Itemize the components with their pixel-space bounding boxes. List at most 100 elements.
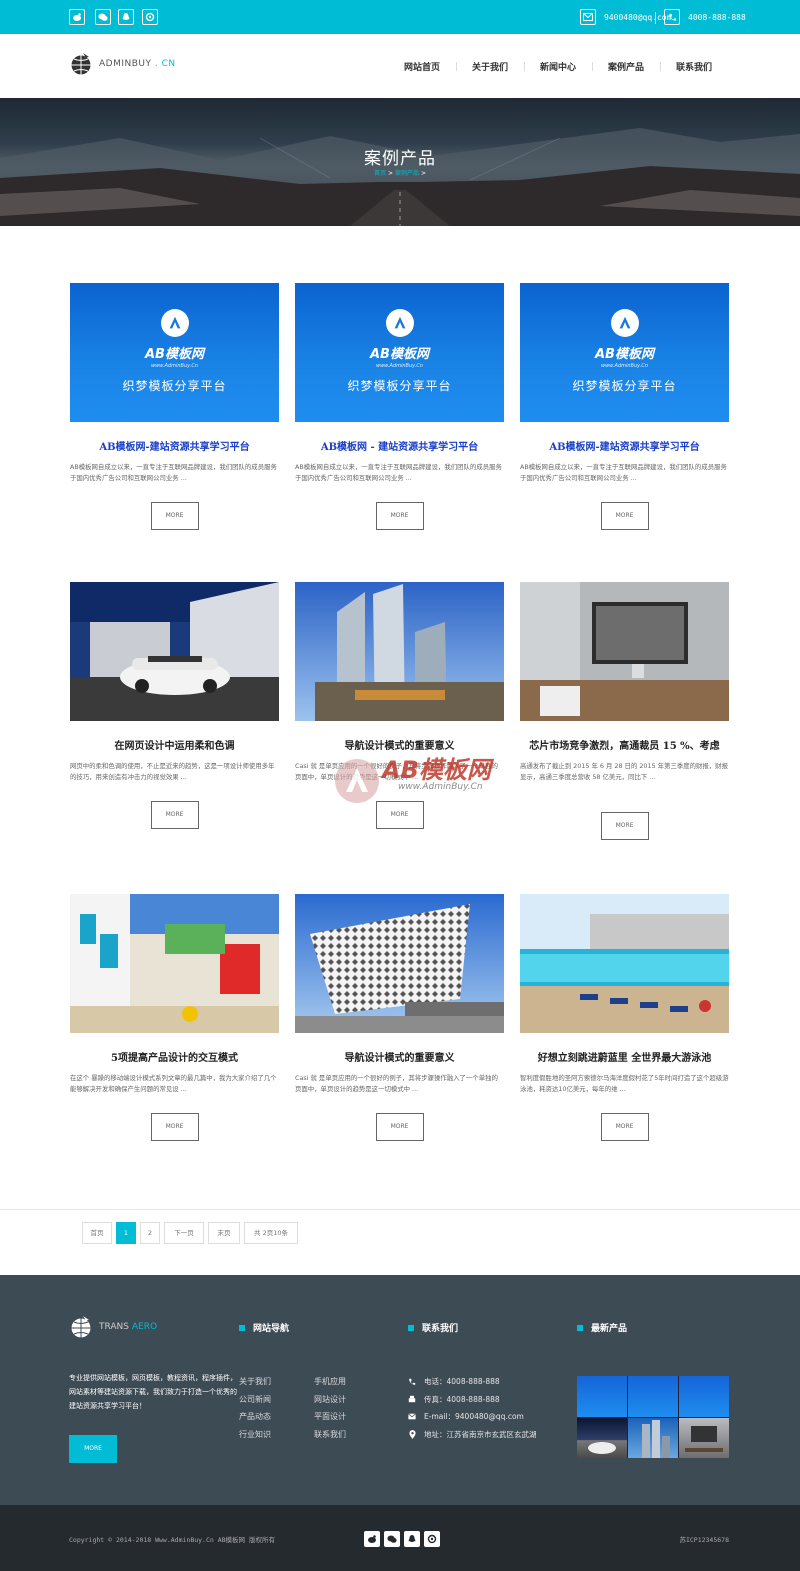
icp-number: 苏ICP12345678 [679, 1536, 729, 1544]
breadcrumb-sep: > [420, 170, 426, 177]
breadcrumb-home[interactable]: 首页 [374, 170, 386, 177]
product-thumbnail[interactable] [70, 894, 279, 1033]
wechat-icon[interactable] [95, 9, 111, 25]
more-button[interactable]: MORE [375, 1113, 424, 1141]
footer-latest-products [577, 1376, 729, 1458]
footer-product-thumb[interactable] [628, 1376, 678, 1417]
page-next[interactable]: 下一页 [164, 1222, 204, 1244]
more-button[interactable]: MORE [600, 1113, 649, 1141]
product-thumbnail[interactable] [70, 582, 279, 721]
product-description: 网页中的柔和色调的使用，不止是近来的趋势，这是一项设计师使用多年的技巧，用来创造… [70, 762, 275, 781]
product-card: AB模板网 www.AdminBuy.Cn 织梦模板分享平台 AB模板网-建站资源共享… [520, 283, 729, 530]
page-1[interactable]: 1 [116, 1222, 136, 1244]
product-title[interactable]: 芯片市场竞争激烈，高通裁员 15 %、考虑 [520, 737, 729, 751]
footer-links-col1: 关于我们 公司新闻 产品动态 行业知识 [239, 1373, 271, 1443]
nav-contact[interactable]: 联系我们 [660, 60, 728, 73]
rss-icon[interactable] [142, 9, 158, 25]
more-button[interactable]: MORE [375, 801, 424, 829]
logo-suffix: . CN [154, 59, 176, 69]
footer-link-product-news[interactable]: 产品动态 [239, 1408, 271, 1426]
footer-contact-heading: 联系我们 [408, 1321, 458, 1334]
fax-icon [408, 1395, 416, 1403]
product-title[interactable]: 导航设计模式的重要意义 [295, 737, 504, 751]
product-title[interactable]: 在网页设计中运用柔和色调 [70, 737, 279, 751]
breadcrumb-current[interactable]: 案例产品 [395, 170, 419, 177]
wechat-icon[interactable] [384, 1531, 400, 1547]
page-2[interactable]: 2 [140, 1222, 160, 1244]
rss-icon[interactable] [424, 1531, 440, 1547]
more-button[interactable]: MORE [150, 801, 199, 829]
top-bar: 9400480@qq.com 4008-888-888 [0, 0, 800, 34]
globe-plane-icon [71, 53, 91, 75]
product-thumbnail[interactable]: AB模板网 www.AdminBuy.Cn 织梦模板分享平台 [295, 283, 504, 422]
footer-link-contact[interactable]: 联系我们 [314, 1426, 346, 1444]
product-description: 智利度假胜地的圣阿方索德尔马海洋度假村花了5年时间打造了这个超级游泳池，耗资达1… [520, 1074, 729, 1093]
footer-link-about[interactable]: 关于我们 [239, 1373, 271, 1391]
footer-logo[interactable]: TRANS AERO [69, 1315, 157, 1339]
product-thumbnail[interactable] [295, 894, 504, 1033]
footer-link-web-design[interactable]: 网站设计 [314, 1391, 346, 1409]
breadcrumb-sep: > [388, 170, 394, 177]
top-email[interactable]: 9400480@qq.com [580, 9, 671, 25]
product-title[interactable]: 5项提高产品设计的交互模式 [70, 1049, 279, 1063]
product-description: AB模板网自成立以来，一直专注于互联网品牌建设，我们团队的成员服务于国内优秀广告… [295, 463, 502, 482]
site-header: ADMINBUY . CN 网站首页 关于我们 新闻中心 案例产品 联系我们 [0, 34, 800, 98]
weibo-icon[interactable] [69, 9, 85, 25]
footer-link-company-news[interactable]: 公司新闻 [239, 1391, 271, 1409]
weibo-icon[interactable] [364, 1531, 380, 1547]
qq-icon[interactable] [404, 1531, 420, 1547]
page-last[interactable]: 末页 [208, 1222, 240, 1244]
ab-card-name: AB模板网 [370, 347, 429, 362]
product-description: Casi 就 是单页应用的一个很好的例子，其将步骤操作融入了一个单独的页面中，单… [295, 762, 498, 781]
product-thumbnail[interactable] [520, 582, 729, 721]
page-first[interactable]: 首页 [82, 1222, 112, 1244]
more-button[interactable]: MORE [375, 502, 424, 530]
more-button[interactable]: MORE [150, 1113, 199, 1141]
product-description: 高通发布了截止到 2015 年 6 月 28 日的 2015 年第三季度的财报，… [520, 762, 728, 781]
ab-card-url: www.AdminBuy.Cn [376, 363, 423, 369]
footer-product-thumb[interactable] [577, 1417, 627, 1458]
ab-card-name: AB模板网 [595, 347, 654, 362]
ab-card-slogan: 织梦模板分享平台 [572, 379, 677, 393]
qq-icon[interactable] [118, 9, 134, 25]
phone-icon [408, 1378, 416, 1386]
product-title[interactable]: AB模板网-建站资源共享学习平台 [520, 438, 729, 452]
top-email-text: 9400480@qq.com [604, 12, 672, 22]
nav-home[interactable]: 网站首页 [388, 60, 456, 73]
footer-product-thumb[interactable] [679, 1376, 729, 1417]
product-title[interactable]: AB模板网 - 建站资源共享学习平台 [295, 438, 504, 452]
footer-contacts: 电话：4008-888-888 传真：4008-888-888 E-mail：9… [408, 1373, 537, 1443]
product-description: Casi 就 是单页应用的一个很好的例子，其将步骤操作融入了一个单独的页面中，单… [295, 1074, 498, 1093]
nav-news[interactable]: 新闻中心 [524, 60, 592, 73]
mail-icon [580, 9, 596, 25]
footer-nav-heading: 网站导航 [239, 1321, 289, 1334]
product-thumbnail[interactable] [295, 582, 504, 721]
product-title[interactable]: 好想立刻跳进蔚蓝里 全世界最大游泳池 [520, 1049, 729, 1063]
product-title[interactable]: AB模板网-建站资源共享学习平台 [70, 438, 279, 452]
product-title[interactable]: 导航设计模式的重要意义 [295, 1049, 504, 1063]
more-button[interactable]: MORE [600, 812, 649, 840]
product-thumbnail[interactable] [520, 894, 729, 1033]
nav-about[interactable]: 关于我们 [456, 60, 524, 73]
product-thumbnail[interactable]: AB模板网 www.AdminBuy.Cn 织梦模板分享平台 [520, 283, 729, 422]
product-card: 导航设计模式的重要意义 Casi 就 是单页应用的一个很好的例子，其将步骤操作融入… [295, 582, 504, 829]
site-logo[interactable]: ADMINBUY . CN [69, 52, 176, 76]
ab-card-name: AB模板网 [145, 347, 204, 362]
nav-products[interactable]: 案例产品 [592, 60, 660, 73]
ab-card-slogan: 织梦模板分享平台 [122, 379, 227, 393]
footer-link-industry[interactable]: 行业知识 [239, 1426, 271, 1444]
footer-product-thumb[interactable] [577, 1376, 627, 1417]
more-button[interactable]: MORE [150, 502, 199, 530]
footer-product-thumb[interactable] [628, 1417, 678, 1458]
footer-link-graphic[interactable]: 平面设计 [314, 1408, 346, 1426]
product-thumbnail[interactable]: AB模板网 www.AdminBuy.Cn 织梦模板分享平台 [70, 283, 279, 422]
footer-contact-phone: 电话：4008-888-888 [408, 1373, 537, 1391]
footer-link-mobile[interactable]: 手机应用 [314, 1373, 346, 1391]
footer-more-button[interactable]: MORE [69, 1435, 117, 1463]
footer-product-thumb[interactable] [679, 1417, 729, 1458]
footer-about: 专业提供网站模板，网页模板，教程资讯，程序插件，网站素材等建站资源下载，我们致力… [69, 1374, 237, 1410]
top-phone[interactable]: 4008-888-888 [664, 9, 746, 25]
more-button[interactable]: MORE [600, 502, 649, 530]
section-divider [0, 1209, 800, 1210]
logo-text: ADMINBUY [99, 59, 152, 69]
